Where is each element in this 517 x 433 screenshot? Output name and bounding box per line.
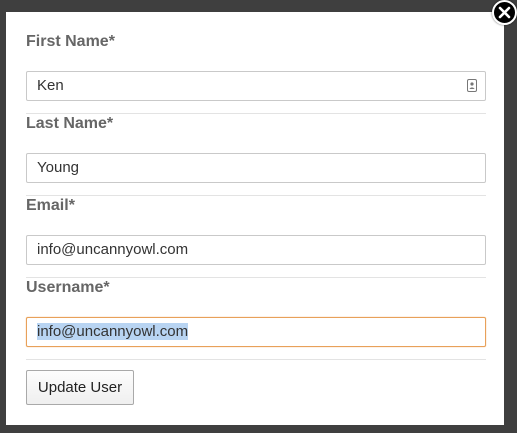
close-button[interactable] bbox=[492, 0, 517, 25]
username-value: info@uncannyowl.com bbox=[37, 323, 189, 340]
field-divider bbox=[26, 277, 486, 278]
autofill-contact-icon[interactable] bbox=[467, 79, 477, 92]
edit-user-modal: First Name* Ken Last Name* Young Email* … bbox=[6, 12, 504, 425]
last-name-label: Last Name* bbox=[26, 115, 114, 132]
username-input[interactable]: info@uncannyowl.com bbox=[26, 317, 486, 347]
field-divider bbox=[26, 359, 486, 360]
last-name-input[interactable]: Young bbox=[26, 153, 486, 183]
close-icon bbox=[498, 6, 511, 19]
update-user-button[interactable]: Update User bbox=[26, 370, 134, 405]
field-divider bbox=[26, 113, 486, 114]
username-label: Username* bbox=[26, 279, 110, 296]
field-divider bbox=[26, 195, 486, 196]
first-name-label: First Name* bbox=[26, 33, 115, 50]
email-label: Email* bbox=[26, 197, 75, 214]
last-name-value: Young bbox=[37, 159, 79, 176]
first-name-value: Ken bbox=[37, 77, 64, 94]
email-value: info@uncannyowl.com bbox=[37, 241, 189, 258]
first-name-input[interactable]: Ken bbox=[26, 71, 486, 101]
email-input[interactable]: info@uncannyowl.com bbox=[26, 235, 486, 265]
